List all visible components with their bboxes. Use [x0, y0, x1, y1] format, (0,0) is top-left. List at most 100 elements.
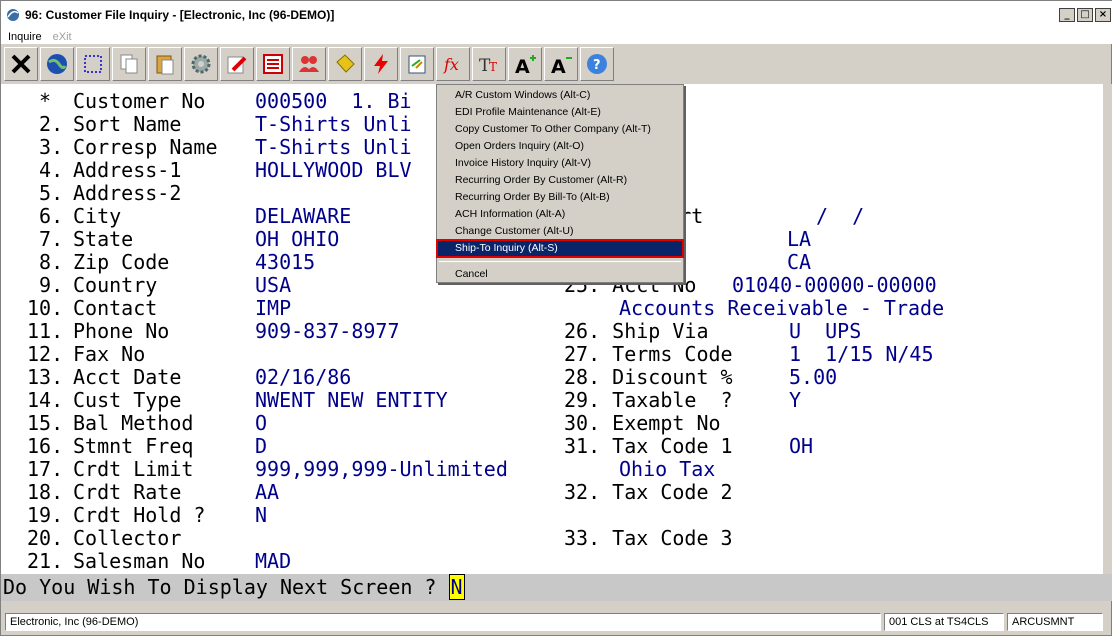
field-value: NWENT NEW ENTITY: [255, 388, 448, 412]
lightning-icon[interactable]: [364, 47, 398, 81]
help-icon[interactable]: ?: [580, 47, 614, 81]
menu-item[interactable]: ACH Information (Alt-A): [437, 206, 683, 223]
field-number: 7.: [27, 227, 64, 251]
settings-icon[interactable]: [184, 47, 218, 81]
calculator-icon[interactable]: [400, 47, 434, 81]
list-icon[interactable]: [256, 47, 290, 81]
title-bar: 96: Customer File Inquiry - [Electronic,…: [1, 1, 1112, 29]
form-row: Accounts Receivable - Trade: [619, 297, 944, 320]
field-label: Cust Type: [73, 388, 182, 412]
function-icon[interactable]: fx: [436, 47, 470, 81]
field-number: 5.: [27, 181, 64, 205]
field-value: / /: [816, 204, 865, 228]
form-row: 11. Phone No 909-837-8977: [27, 320, 400, 343]
field-label: 28. Discount %: [564, 365, 733, 389]
form-row: 8. Zip Code 43015: [27, 251, 315, 274]
prompt-answer-input[interactable]: N: [448, 574, 465, 600]
field-value: MAD: [255, 549, 292, 573]
field-value: OH: [789, 434, 814, 458]
field-value: 000500 1. Bi: [255, 89, 412, 113]
field-label: 26. Ship Via: [564, 319, 709, 343]
form-row: 32. Tax Code 2: [564, 481, 789, 504]
field-value: U UPS: [789, 319, 862, 343]
minimize-button[interactable]: _: [1059, 8, 1075, 22]
field-value: USA: [255, 273, 292, 297]
maximize-button[interactable]: □: [1077, 8, 1093, 22]
copy-icon[interactable]: [112, 47, 146, 81]
menu-item[interactable]: EDI Profile Maintenance (Alt-E): [437, 104, 683, 121]
field-value: Ohio Tax: [619, 457, 716, 481]
menu-exit: eXit: [52, 30, 72, 43]
field-label: Country: [73, 273, 158, 297]
field-number: 6.: [27, 204, 64, 228]
menu-item[interactable]: A/R Custom Windows (Alt-C): [437, 87, 683, 104]
status-session: 001 CLS at TS4CLS: [884, 613, 1004, 631]
menu-item[interactable]: Recurring Order By Customer (Alt-R): [437, 172, 683, 189]
field-label: Acct Date: [73, 365, 182, 389]
field-value: Accounts Receivable - Trade: [619, 296, 945, 320]
font-increase-icon[interactable]: A: [508, 47, 542, 81]
close-button[interactable]: ×: [1095, 8, 1111, 22]
field-number: 11.: [27, 319, 64, 343]
field-label: Crdt Limit: [73, 457, 194, 481]
select-icon[interactable]: [76, 47, 110, 81]
menu-item[interactable]: Change Customer (Alt-U): [437, 223, 683, 240]
paste-icon[interactable]: [148, 47, 182, 81]
svg-text:T: T: [489, 60, 497, 74]
application-window: 96: Customer File Inquiry - [Electronic,…: [0, 0, 1112, 636]
form-row: Ohio Tax: [619, 458, 715, 481]
form-row: 15. Bal Method O: [27, 412, 267, 435]
prompt-line: Do You Wish To Display Next Screen ? N: [1, 574, 1112, 601]
menu-item[interactable]: Open Orders Inquiry (Alt-O): [437, 138, 683, 155]
field-number: 21.: [27, 549, 64, 573]
field-value: 909-837-8977: [255, 319, 400, 343]
field-value: Y: [789, 388, 802, 412]
field-number: 14.: [27, 388, 64, 412]
menu-separator: [439, 261, 681, 262]
svg-text:A: A: [515, 56, 530, 76]
close-icon[interactable]: [4, 47, 38, 81]
form-row: 3. Corresp Name T-Shirts Unli: [27, 136, 412, 159]
menu-item[interactable]: Copy Customer To Other Company (Alt-T): [437, 121, 683, 138]
field-label: Corresp Name: [73, 135, 218, 159]
users-icon[interactable]: [292, 47, 326, 81]
field-label: Sort Name: [73, 112, 182, 136]
scrollbar[interactable]: [1103, 84, 1112, 574]
globe-icon[interactable]: [40, 47, 74, 81]
edit-icon[interactable]: [220, 47, 254, 81]
status-bar: Electronic, Inc (96-DEMO) 001 CLS at TS4…: [1, 611, 1112, 633]
form-row: 12. Fax No: [27, 343, 255, 366]
field-number: 4.: [27, 158, 64, 182]
menu-item[interactable]: Recurring Order By Bill-To (Alt-B): [437, 189, 683, 206]
field-value: HOLLYWOOD BLV: [255, 158, 412, 182]
tag-icon[interactable]: [328, 47, 362, 81]
field-number: 12.: [27, 342, 64, 366]
field-label: Crdt Rate: [73, 480, 182, 504]
field-number: 16.: [27, 434, 64, 458]
status-program: ARCUSMNT: [1007, 613, 1103, 631]
field-label: Address-1: [73, 158, 182, 182]
field-number: 20.: [27, 526, 64, 550]
field-number: 18.: [27, 480, 64, 504]
form-row: 19. Crdt Hold ? N: [27, 504, 267, 527]
field-value: T-Shirts Unli: [255, 135, 412, 159]
field-label: Salesman No: [73, 549, 206, 573]
form-row: 9. Country USA: [27, 274, 291, 297]
font-decrease-icon[interactable]: A: [544, 47, 578, 81]
form-row: 29. Taxable ? Y: [564, 389, 801, 412]
menu-item[interactable]: Invoice History Inquiry (Alt-V): [437, 155, 683, 172]
prompt-text: Do You Wish To Display Next Screen ?: [3, 575, 449, 599]
menu-item-cancel[interactable]: Cancel: [437, 266, 683, 283]
field-value: 01040-00000-00000: [732, 273, 937, 297]
field-label: 32. Tax Code 2: [564, 480, 733, 504]
field-label: Collector: [73, 526, 182, 550]
menu-item-selected[interactable]: Ship-To Inquiry (Alt-S): [436, 239, 684, 258]
font-size-icon[interactable]: TT: [472, 47, 506, 81]
field-number: 15.: [27, 411, 64, 435]
field-number: 2.: [27, 112, 64, 136]
field-label: City: [73, 204, 122, 228]
form-row: 27. Terms Code 1 1/15 N/45: [564, 343, 934, 366]
field-label: 33. Tax Code 3: [564, 526, 733, 550]
svg-text:?: ?: [593, 58, 601, 73]
menu-inquire[interactable]: Inquire: [8, 31, 42, 43]
